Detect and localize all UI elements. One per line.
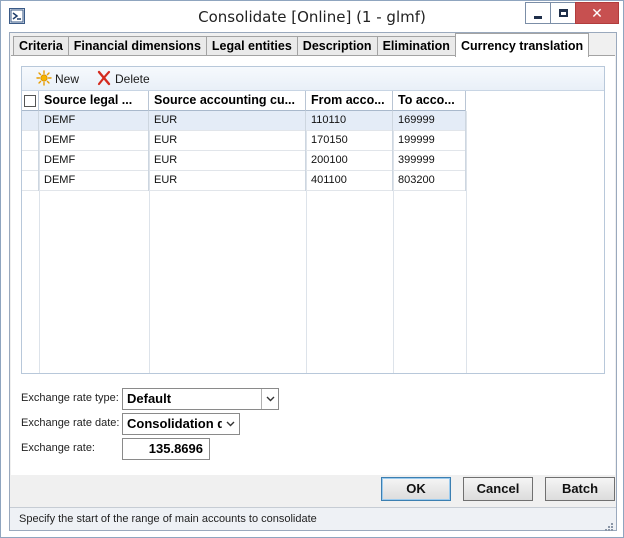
row-selector[interactable]	[22, 171, 39, 191]
ok-button[interactable]: OK	[381, 477, 451, 501]
cell-to-account[interactable]: 169999	[393, 111, 466, 131]
tab-financial-dimensions[interactable]: Financial dimensions	[67, 36, 207, 57]
maximize-icon	[558, 9, 568, 17]
dialog-client-area: Criteria Financial dimensions Legal enti…	[9, 32, 617, 531]
cell-source-accounting-currency[interactable]: EUR	[149, 111, 306, 131]
cell-source-accounting-currency[interactable]: EUR	[149, 131, 306, 151]
table-row[interactable]: DEMF EUR 401100 803200	[22, 171, 466, 191]
title-bar[interactable]: Consolidate [Online] (1 - glmf) ✕	[1, 1, 623, 31]
exchange-rate-type-select[interactable]: Default	[122, 388, 279, 410]
exchange-rate-type-value: Default	[127, 391, 172, 406]
cell-from-account[interactable]: 401100	[306, 171, 393, 191]
exchange-rate-date-label: Exchange rate date:	[21, 417, 120, 429]
status-text: Specify the start of the range of main a…	[19, 513, 317, 525]
cancel-button[interactable]: Cancel	[463, 477, 533, 501]
dialog-window: Consolidate [Online] (1 - glmf) ✕ Criter…	[0, 0, 624, 538]
exchange-rate-type-label: Exchange rate type:	[21, 392, 119, 404]
delete-button-label: Delete	[115, 72, 150, 86]
tab-elimination[interactable]: Elimination	[376, 36, 456, 57]
row-selector[interactable]	[22, 131, 39, 151]
red-x-delete-icon	[96, 70, 112, 89]
new-button-label: New	[55, 72, 80, 86]
table-row[interactable]: DEMF EUR 170150 199999	[22, 131, 466, 151]
column-header-source-legal-entity[interactable]: Source legal ...	[39, 91, 149, 111]
cell-source-accounting-currency[interactable]: EUR	[149, 171, 306, 191]
cell-source-legal-entity[interactable]: DEMF	[39, 131, 149, 151]
exchange-rate-label: Exchange rate:	[21, 442, 95, 454]
cell-from-account[interactable]: 170150	[306, 131, 393, 151]
tab-criteria[interactable]: Criteria	[13, 36, 69, 57]
minimize-button[interactable]	[525, 2, 551, 24]
delete-button[interactable]: Delete	[96, 70, 150, 88]
column-header-from-account[interactable]: From acco...	[306, 91, 393, 111]
checkbox-icon	[24, 95, 36, 107]
grid-rows: DEMF EUR 110110 169999 DEMF EUR 170150 1…	[22, 111, 466, 191]
close-icon: ✕	[591, 4, 603, 21]
exchange-rate-date-value: Consolidation d	[127, 416, 226, 431]
currency-translation-panel: New Delete Source legal ... Source accou…	[11, 55, 615, 475]
batch-button[interactable]: Batch	[545, 477, 615, 501]
table-row[interactable]: DEMF EUR 110110 169999	[22, 111, 466, 131]
cell-to-account[interactable]: 803200	[393, 171, 466, 191]
column-header-source-accounting-currency[interactable]: Source accounting cu...	[149, 91, 306, 111]
row-selector[interactable]	[22, 151, 39, 171]
tab-description[interactable]: Description	[296, 36, 378, 57]
currency-translation-grid: Source legal ... Source accounting cu...…	[22, 91, 604, 373]
exchange-rate-date-select[interactable]: Consolidation d	[122, 413, 240, 435]
minimize-icon	[534, 15, 542, 19]
close-button[interactable]: ✕	[575, 2, 619, 24]
cell-source-accounting-currency[interactable]: EUR	[149, 151, 306, 171]
cell-to-account[interactable]: 199999	[393, 131, 466, 151]
maximize-button[interactable]	[550, 2, 576, 24]
tab-currency-translation[interactable]: Currency translation	[454, 33, 590, 57]
grid-toolbar: New Delete	[22, 67, 604, 91]
sun-new-icon	[36, 69, 52, 89]
resize-grip-icon[interactable]	[603, 517, 613, 531]
cell-source-legal-entity[interactable]: DEMF	[39, 111, 149, 131]
select-all-checkbox[interactable]	[22, 91, 39, 111]
table-row[interactable]: DEMF EUR 200100 399999	[22, 151, 466, 171]
status-bar: Specify the start of the range of main a…	[10, 507, 616, 531]
grid-container: New Delete Source legal ... Source accou…	[21, 66, 605, 374]
cell-to-account[interactable]: 399999	[393, 151, 466, 171]
column-header-to-account[interactable]: To acco...	[393, 91, 466, 111]
new-button[interactable]: New	[36, 69, 80, 89]
row-selector[interactable]	[22, 111, 39, 131]
chevron-down-icon[interactable]	[222, 414, 239, 434]
grid-header: Source legal ... Source accounting cu...…	[22, 91, 466, 111]
cell-source-legal-entity[interactable]: DEMF	[39, 171, 149, 191]
grid-column-divider	[466, 111, 467, 373]
chevron-down-icon[interactable]	[261, 389, 278, 409]
tab-legal-entities[interactable]: Legal entities	[205, 36, 298, 57]
cell-source-legal-entity[interactable]: DEMF	[39, 151, 149, 171]
exchange-rate-field[interactable]: 135.8696	[122, 438, 210, 460]
cell-from-account[interactable]: 200100	[306, 151, 393, 171]
tab-strip: Criteria Financial dimensions Legal enti…	[13, 33, 590, 57]
cell-from-account[interactable]: 110110	[306, 111, 393, 131]
